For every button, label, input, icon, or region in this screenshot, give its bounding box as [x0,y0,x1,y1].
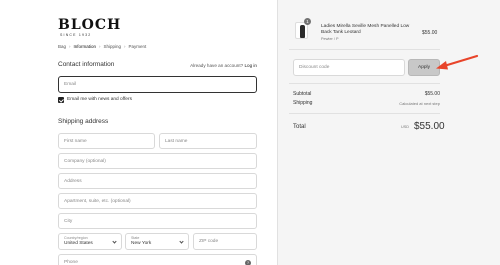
city-placeholder: City [64,218,73,224]
product-variant: Pewter / P [321,37,339,41]
login-prompt: Already have an account? [190,63,244,68]
city-input[interactable]: City [58,213,257,229]
total-value: $55.00 [414,121,445,132]
newsletter-checkbox[interactable] [58,97,64,103]
zip-input[interactable]: ZIP code [193,233,257,250]
login-hint: Already have an account? Log in [190,63,257,68]
product-price: $55.00 [422,30,438,36]
email-placeholder: Email [64,82,76,87]
quantity-badge: 1 [304,18,311,25]
company-placeholder: Company (optional) [64,158,106,164]
chevron-right-icon: › [99,44,101,49]
breadcrumb-bag[interactable]: Bag [58,44,66,49]
phone-placeholder: Phone [64,259,78,265]
first-name-input[interactable]: First name [58,133,155,149]
first-name-placeholder: First name [64,138,87,144]
contact-section-title: Contact information [58,61,115,68]
email-input[interactable]: Email [58,76,257,93]
chevron-down-icon [179,239,184,244]
total-label: Total [293,124,306,130]
subtotal-label: Subtotal [293,91,312,97]
last-name-input[interactable]: Last name [159,133,257,149]
apartment-placeholder: Apartment, suite, etc. (optional) [64,198,131,204]
country-value: United States [64,241,93,246]
address-input[interactable]: Address [58,173,257,189]
leotard-image [300,25,305,38]
divider [289,113,440,114]
help-icon[interactable]: ? [245,260,251,265]
last-name-placeholder: Last name [165,138,188,144]
chevron-right-icon: › [69,44,71,49]
annotation-arrow-icon [436,54,479,70]
subtotal-value: $55.00 [424,91,440,97]
state-select[interactable]: State New York [125,233,189,250]
breadcrumb-information: Information [73,44,97,49]
logo-wordmark: BLOCH [58,17,122,33]
country-label: Country/region [64,236,88,240]
breadcrumb-shipping: Shipping [103,44,122,49]
shipping-value: Calculated at next step [399,101,440,106]
country-select[interactable]: Country/region United States [58,233,122,250]
apartment-input[interactable]: Apartment, suite, etc. (optional) [58,193,257,209]
breadcrumb-payment: Payment [128,44,147,49]
newsletter-label: Email me with news and offers [67,97,132,102]
company-input[interactable]: Company (optional) [58,153,257,169]
discount-code-input[interactable]: Discount code [293,59,405,76]
chevron-down-icon [112,239,117,244]
zip-placeholder: ZIP code [199,239,219,244]
total-currency: USD [401,125,410,129]
checkout-form-panel: BLOCH SINCE 1932 Bag › Information › Shi… [0,0,277,265]
state-label: State [131,236,140,240]
chevron-right-icon: › [124,44,126,49]
breadcrumb: Bag › Information › Shipping › Payment [58,44,146,49]
discount-placeholder: Discount code [299,65,330,70]
divider [289,83,440,84]
logo-tagline: SINCE 1932 [60,33,92,37]
address-placeholder: Address [64,178,82,184]
product-name: Ladies Mirella Seville Mesh Panelled Low… [321,24,410,35]
login-link[interactable]: Log in [244,63,257,68]
shipping-section-title: Shipping address [58,118,109,125]
divider [289,49,440,50]
shipping-label: Shipping [293,100,313,106]
order-summary-panel [277,0,500,265]
state-value: New York [131,241,152,246]
phone-input[interactable]: Phone ? [58,254,257,265]
bloch-logo[interactable]: BLOCH SINCE 1932 [58,18,121,37]
